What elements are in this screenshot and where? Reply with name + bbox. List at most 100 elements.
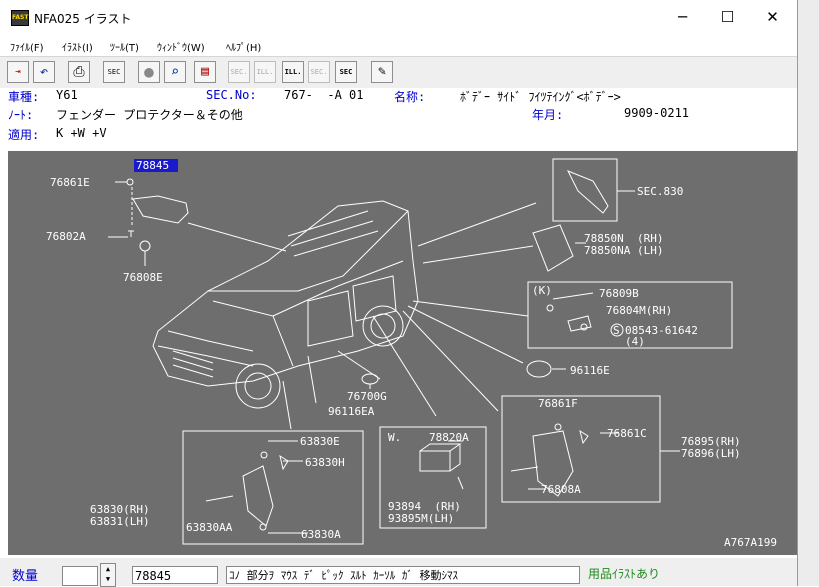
- vehicle-body: [152, 200, 419, 387]
- quantity-label: 数量: [12, 569, 39, 584]
- menu-help[interactable]: ﾍﾙﾌﾟ(H): [226, 39, 261, 54]
- magnify-icon: ⌕: [170, 64, 180, 80]
- quantity-spinner[interactable]: ▲ ▼: [100, 563, 116, 587]
- next-ill-icon: ILL.: [284, 68, 302, 76]
- date-label: 年月:: [532, 108, 564, 122]
- spin-down-icon[interactable]: ▼: [101, 574, 115, 584]
- magnify-button[interactable]: ⌕: [164, 61, 186, 83]
- label-76861E[interactable]: 76861E: [50, 176, 90, 189]
- arrow-roof-rail: [187, 222, 287, 252]
- apply-value: K +W +V: [56, 126, 107, 140]
- label-78820A[interactable]: 78820A: [429, 431, 469, 444]
- date-value: 9909-0211: [624, 106, 690, 120]
- menu-bar: ﾌｧｲﾙ(F) ｲﾗｽﾄ(I) ﾂｰﾙ(T) ｳｨﾝﾄﾞｳ(W) ﾍﾙﾌﾟ(H): [0, 34, 797, 56]
- label-k: (K): [532, 284, 552, 297]
- arrow-k-box: [412, 300, 529, 317]
- app-window: FAST NFA025 イラスト ─ ☐ ✕ ﾌｧｲﾙ(F) ｲﾗｽﾄ(I) ﾂ…: [0, 0, 798, 587]
- label-78850NA[interactable]: 78850NA (LH): [584, 244, 663, 257]
- circle-icon: ●: [144, 62, 154, 81]
- label-76861C[interactable]: 76861C: [607, 427, 647, 440]
- label-96116E[interactable]: 96116E: [570, 364, 610, 377]
- label-76809B[interactable]: 76809B: [599, 287, 639, 300]
- label-08543-qty: (4): [625, 335, 645, 348]
- status-message: ｺﾉ 部分ｦ ﾏｳｽ ﾃﾞ ﾋﾟｯｸ ｽﾙﾄ ｶｰｿﾙ ｶﾞ 移動ｼﾏｽ: [226, 566, 580, 584]
- name-value: ﾎﾞﾃﾞｰ ｻｲﾄﾞ ﾌｲﾂﾃｲﾝｸﾞ<ﾎﾞﾃﾞｰ>: [460, 90, 621, 104]
- background-window-strip: [798, 0, 819, 586]
- label-76808E[interactable]: 76808E: [123, 271, 163, 284]
- next-sec-icon: SEC.: [310, 68, 328, 76]
- accessory-illustration-flag: 用品ｲﾗｽﾄあり: [588, 567, 661, 581]
- arrow-78850: [422, 245, 534, 264]
- sec-value: 767- -A 01: [284, 88, 364, 102]
- label-76861F[interactable]: 76861F: [538, 397, 578, 410]
- sec-list-button[interactable]: SEC: [103, 61, 125, 83]
- book-icon: ▤: [201, 64, 209, 79]
- apply-label: 適用:: [8, 128, 40, 142]
- part-info-panel: 車種: Y61 SEC.No: 767- -A 01 名称: ﾎﾞﾃﾞｰ ｻｲﾄ…: [0, 88, 797, 150]
- arrow-mudguard-rear: [402, 310, 499, 412]
- menu-illustration[interactable]: ｲﾗｽﾄ(I): [62, 39, 93, 54]
- print-icon: ⎙: [73, 64, 85, 80]
- title-bar[interactable]: FAST NFA025 イラスト ─ ☐ ✕: [0, 0, 797, 34]
- close-button[interactable]: ✕: [750, 2, 795, 32]
- selected-part-78845[interactable]: 78845: [136, 159, 169, 172]
- menu-file[interactable]: ﾌｧｲﾙ(F): [10, 39, 44, 54]
- hint-button[interactable]: ✎: [371, 61, 393, 83]
- front-wheel: [235, 363, 281, 409]
- label-76700G[interactable]: 76700G: [347, 390, 387, 403]
- label-96116EA[interactable]: 96116EA: [328, 405, 375, 418]
- label-76896[interactable]: 76896(LH): [681, 447, 741, 460]
- exit-icon: ⇥: [15, 67, 21, 77]
- label-76808A[interactable]: 76808A: [541, 483, 581, 496]
- part-number-field: 78845: [132, 566, 218, 584]
- note-label: ﾉｰﾄ:: [8, 108, 34, 122]
- sec-list-icon: SEC: [107, 68, 121, 76]
- toolbar: ⇥ ↶ ⎙ SEC ● ⌕ ▤ SEC. ILL. ILL. SEC. SEC …: [0, 56, 797, 90]
- vehicle-value: Y61: [56, 88, 78, 102]
- maximize-button[interactable]: ☐: [705, 2, 750, 32]
- label-63831LH[interactable]: 63831(LH): [90, 515, 150, 528]
- label-93895M[interactable]: 93895M(LH): [388, 512, 454, 525]
- next-ill-button[interactable]: ILL.: [282, 61, 304, 83]
- prev-sec-icon: SEC.: [230, 68, 248, 76]
- label-76804M[interactable]: 76804M(RH): [606, 304, 672, 317]
- label-w: W.: [388, 431, 401, 444]
- hint-icon: ✎: [378, 64, 386, 79]
- undo-button[interactable]: ↶: [33, 61, 55, 83]
- window-title: NFA025 イラスト: [34, 12, 132, 26]
- parts-illustration[interactable]: 78845 76861E 76802A 76808E SEC.830 78850…: [8, 151, 797, 555]
- menu-tools[interactable]: ﾂｰﾙ(T): [110, 39, 139, 54]
- minimize-button[interactable]: ─: [660, 2, 705, 32]
- sec-label: SEC.No:: [206, 88, 257, 102]
- next-sec-button[interactable]: SEC.: [308, 61, 330, 83]
- arrow-mudguard-front: [282, 380, 292, 430]
- label-sec830[interactable]: SEC.830: [637, 185, 683, 198]
- prev-sec-button[interactable]: SEC.: [228, 61, 250, 83]
- svg-text:S: S: [613, 324, 620, 337]
- book-button[interactable]: ▤: [194, 61, 216, 83]
- label-76802A[interactable]: 76802A: [46, 230, 86, 243]
- circle-button[interactable]: ●: [138, 61, 160, 83]
- exit-button[interactable]: ⇥: [7, 61, 29, 83]
- sec-search-button[interactable]: SEC: [335, 61, 357, 83]
- arrow-sec830: [417, 202, 537, 247]
- label-63830H[interactable]: 63830H: [305, 456, 345, 469]
- sec-search-icon: SEC: [339, 68, 353, 76]
- arrow-96116EA: [307, 355, 317, 404]
- label-63830A[interactable]: 63830A: [301, 528, 341, 541]
- rear-wheel: [362, 305, 404, 347]
- label-63830E[interactable]: 63830E: [300, 435, 340, 448]
- name-label: 名称:: [394, 90, 426, 104]
- app-icon: FAST: [11, 10, 29, 26]
- menu-window[interactable]: ｳｨﾝﾄﾞｳ(W): [157, 39, 205, 54]
- quantity-input[interactable]: [62, 566, 98, 586]
- print-button[interactable]: ⎙: [68, 61, 90, 83]
- note-value: フェンダー プロテクター＆その他: [56, 108, 243, 122]
- status-bar: 数量 ▲ ▼ 78845 ｺﾉ 部分ｦ ﾏｳｽ ﾃﾞ ﾋﾟｯｸ ｽﾙﾄ ｶｰｿﾙ…: [0, 558, 797, 587]
- illustration-svg: 78845 76861E 76802A 76808E SEC.830 78850…: [46, 158, 777, 549]
- spin-up-icon[interactable]: ▲: [101, 564, 115, 574]
- prev-ill-button[interactable]: ILL.: [254, 61, 276, 83]
- figure-id: A767A199: [724, 536, 777, 549]
- prev-ill-icon: ILL.: [256, 68, 274, 76]
- label-63830AA[interactable]: 63830AA: [186, 521, 233, 534]
